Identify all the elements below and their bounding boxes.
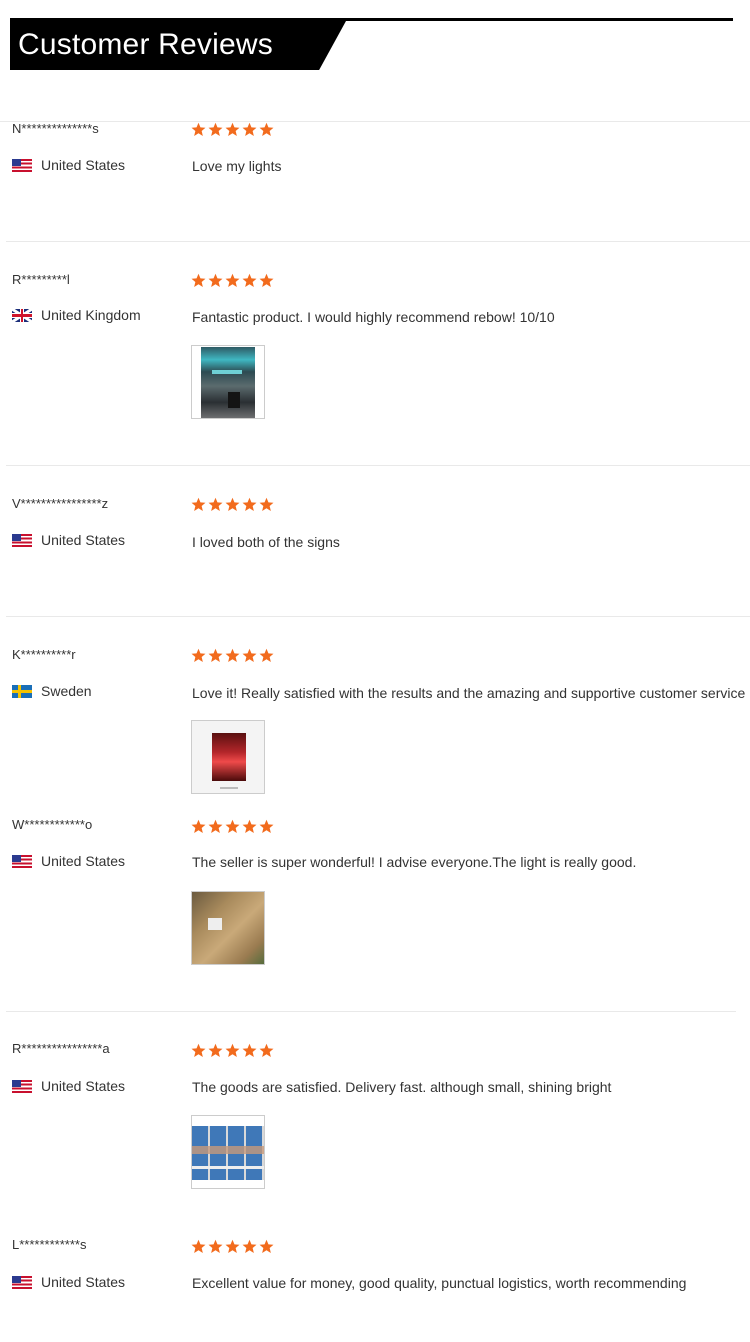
star-icon xyxy=(242,1239,257,1254)
uk-flag-icon xyxy=(12,308,32,322)
star-rating xyxy=(191,648,274,663)
star-icon xyxy=(191,122,206,137)
country-name: United States xyxy=(41,853,126,869)
reviewer-name: K**********r xyxy=(12,647,76,662)
star-rating xyxy=(191,497,274,512)
header-ghost-text xyxy=(392,4,450,10)
review-photo[interactable] xyxy=(191,891,265,965)
star-icon xyxy=(191,1043,206,1058)
star-icon xyxy=(208,819,223,834)
reviewer-country: United States xyxy=(12,532,125,548)
country-name: United States xyxy=(41,1274,126,1290)
review-text: Excellent value for money, good quality,… xyxy=(192,1275,687,1291)
star-icon xyxy=(259,1043,274,1058)
us-flag-icon xyxy=(12,854,32,868)
header-rule xyxy=(10,18,733,21)
star-icon xyxy=(225,1239,240,1254)
review-text: Fantastic product. I would highly recomm… xyxy=(192,309,555,325)
reviewer-name: W************o xyxy=(12,817,93,832)
star-icon xyxy=(242,122,257,137)
star-icon xyxy=(225,819,240,834)
us-flag-icon xyxy=(12,158,32,172)
star-icon xyxy=(259,497,274,512)
star-icon xyxy=(242,648,257,663)
star-icon xyxy=(259,819,274,834)
review-text: I loved both of the signs xyxy=(192,534,340,550)
review-photo[interactable] xyxy=(191,720,265,794)
country-name: United Kingdom xyxy=(41,307,141,323)
divider xyxy=(6,241,750,242)
star-rating xyxy=(191,1043,274,1058)
us-flag-icon xyxy=(12,533,32,547)
star-icon xyxy=(191,1239,206,1254)
country-name: Sweden xyxy=(41,683,92,699)
reviewer-name: R****************a xyxy=(12,1041,110,1056)
country-name: United States xyxy=(41,1078,126,1094)
review-text: The goods are satisfied. Delivery fast. … xyxy=(192,1079,612,1095)
review-text: The seller is super wonderful! I advise … xyxy=(192,854,637,870)
star-icon xyxy=(242,819,257,834)
star-icon xyxy=(225,122,240,137)
divider xyxy=(6,616,750,617)
star-icon xyxy=(208,648,223,663)
us-flag-icon xyxy=(12,1275,32,1289)
star-icon xyxy=(225,648,240,663)
reviewer-country: United States xyxy=(12,1078,125,1094)
star-icon xyxy=(259,648,274,663)
star-icon xyxy=(242,273,257,288)
star-icon xyxy=(191,819,206,834)
sweden-flag-icon xyxy=(12,684,32,698)
star-icon xyxy=(259,273,274,288)
star-rating xyxy=(191,273,274,288)
star-icon xyxy=(208,1043,223,1058)
star-icon xyxy=(259,122,274,137)
star-icon xyxy=(191,648,206,663)
star-rating xyxy=(191,122,274,137)
star-icon xyxy=(242,1043,257,1058)
star-icon xyxy=(208,1239,223,1254)
star-icon xyxy=(191,497,206,512)
reviewer-country: United Kingdom xyxy=(12,307,141,323)
star-rating xyxy=(191,1239,274,1254)
star-icon xyxy=(225,1043,240,1058)
review-text: Love it! Really satisfied with the resul… xyxy=(192,685,746,701)
reviewer-country: United States xyxy=(12,853,125,869)
review-photo[interactable] xyxy=(191,1115,265,1189)
reviewer-country: United States xyxy=(12,1274,125,1290)
star-rating xyxy=(191,819,274,834)
reviewer-name: L************s xyxy=(12,1237,87,1252)
star-icon xyxy=(225,273,240,288)
divider xyxy=(0,121,750,122)
review-photo[interactable] xyxy=(191,345,265,419)
us-flag-icon xyxy=(12,1079,32,1093)
star-icon xyxy=(259,1239,274,1254)
reviewer-country: United States xyxy=(12,157,125,173)
page-title: Customer Reviews xyxy=(18,28,273,61)
divider xyxy=(6,465,750,466)
reviewer-name: N**************s xyxy=(12,121,99,136)
country-name: United States xyxy=(41,157,126,173)
star-icon xyxy=(242,497,257,512)
reviewer-country: Sweden xyxy=(12,683,92,699)
reviewer-name: V****************z xyxy=(12,496,109,511)
star-icon xyxy=(208,273,223,288)
reviewer-name: R*********l xyxy=(12,272,70,287)
star-icon xyxy=(208,122,223,137)
star-icon xyxy=(208,497,223,512)
divider xyxy=(6,1011,736,1012)
star-icon xyxy=(191,273,206,288)
star-icon xyxy=(225,497,240,512)
country-name: United States xyxy=(41,532,126,548)
review-text: Love my lights xyxy=(192,158,282,174)
